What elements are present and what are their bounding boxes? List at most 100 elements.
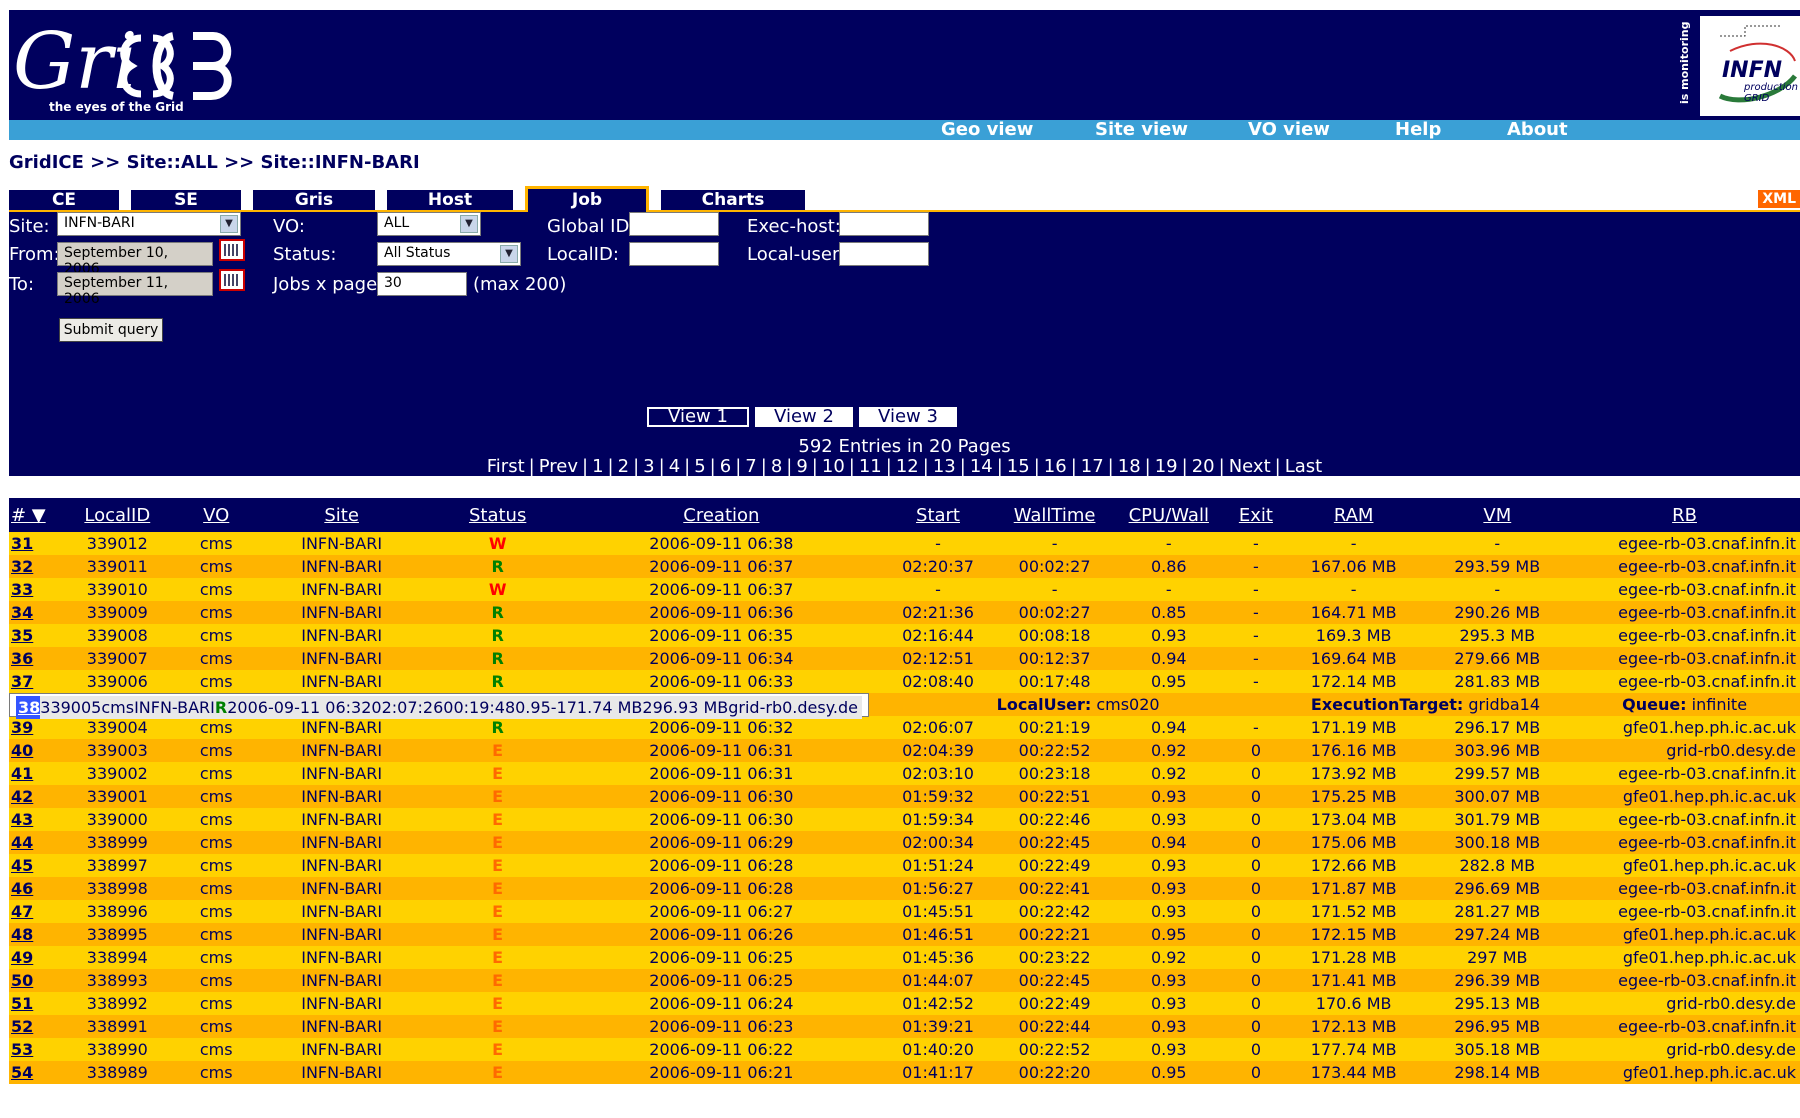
table-row[interactable]: 39 339004 cms INFN-BARI R 2006-09-11 06:32 02:…	[9, 716, 1800, 739]
column-header-site[interactable]: Site	[256, 498, 427, 532]
table-row[interactable]: 38 339005 cms INFN-BARI R 2006-09-11 06:32 02:…	[9, 693, 869, 719]
column-header-localid[interactable]: LocalID	[58, 498, 177, 532]
jobs-per-page-input[interactable]: 30	[377, 272, 467, 296]
nav-geo-view[interactable]: Geo view	[941, 120, 1033, 140]
table-row[interactable]: 31 339012 cms INFN-BARI W 2006-09-11 06:38- - -…	[9, 532, 1800, 555]
pager-link[interactable]: First	[487, 456, 525, 477]
cell-sort-column[interactable]: 52	[9, 1015, 59, 1038]
table-row[interactable]: 35 339008 cms INFN-BARI R 2006-09-11 06:35 02:…	[9, 624, 1800, 647]
cell-sort-column[interactable]: 47	[9, 900, 59, 923]
status-select[interactable]: All Status ▼	[377, 242, 521, 266]
localuser-input[interactable]	[839, 242, 929, 266]
column-header-creation[interactable]: Creation	[568, 498, 875, 532]
cell-sort-column[interactable]: 45	[9, 854, 59, 877]
cell-sort-column[interactable]: 46	[9, 877, 59, 900]
table-row[interactable]: 51 338992 cms INFN-BARI E 2006-09-11 06:24 01:…	[9, 992, 1800, 1015]
column-header-vo[interactable]: VO	[176, 498, 257, 532]
pager-link[interactable]: 9	[796, 456, 807, 477]
pager-link[interactable]: 11	[859, 456, 882, 477]
table-row[interactable]: 50 338993 cms INFN-BARI E 2006-09-11 06:25 01:…	[9, 969, 1800, 992]
cell-sort-column[interactable]: 44	[9, 831, 59, 854]
column-header-status[interactable]: Status	[427, 498, 569, 532]
cell-sort-column[interactable]: 32	[9, 555, 59, 578]
cell-sort-column[interactable]: 36	[9, 647, 59, 670]
pager-link[interactable]: 5	[694, 456, 705, 477]
pager-link[interactable]: 19	[1155, 456, 1178, 477]
cell-sort-column[interactable]: 43	[9, 808, 59, 831]
pager-link[interactable]: 17	[1081, 456, 1104, 477]
pager-link[interactable]: 13	[933, 456, 956, 477]
nav-vo-view[interactable]: VO view	[1248, 120, 1330, 140]
table-row[interactable]: 49 338994 cms INFN-BARI E 2006-09-11 06:25 01:…	[9, 946, 1800, 969]
table-row[interactable]: 43 339000 cms INFN-BARI E 2006-09-11 06:30 01:…	[9, 808, 1800, 831]
pager-link[interactable]: 3	[643, 456, 654, 477]
cell-sort-column[interactable]: 42	[9, 785, 59, 808]
pager-link[interactable]: 2	[618, 456, 629, 477]
calendar-icon[interactable]	[219, 269, 245, 291]
to-date-field[interactable]: September 11, 2006	[57, 272, 213, 307]
tab-host[interactable]: Host	[387, 190, 513, 210]
table-row[interactable]: 37 339006 cms INFN-BARI R 2006-09-11 06:33 02:…	[9, 670, 1800, 693]
cell-sort-column[interactable]: 54	[9, 1061, 59, 1084]
column-header-vm[interactable]: VM	[1425, 498, 1570, 532]
table-row[interactable]: 36 339007 cms INFN-BARI R 2006-09-11 06:34 02:…	[9, 647, 1800, 670]
table-row[interactable]: 41 339002 cms INFN-BARI E 2006-09-11 06:31 02:…	[9, 762, 1800, 785]
table-row[interactable]: 34 339009 cms INFN-BARI R 2006-09-11 06:36 02:…	[9, 601, 1800, 624]
cell-sort-column[interactable]: 40	[9, 739, 59, 762]
exechost-input[interactable]	[839, 212, 929, 236]
xml-badge[interactable]: XML	[1758, 190, 1800, 208]
pager-link[interactable]: 16	[1044, 456, 1067, 477]
pager-link[interactable]: 18	[1118, 456, 1141, 477]
column-header-walltime[interactable]: WallTime	[1001, 498, 1108, 532]
calendar-icon[interactable]	[219, 239, 245, 261]
cell-sort-column[interactable]: 33	[9, 578, 59, 601]
pager-link[interactable]: Next	[1229, 456, 1271, 477]
pager-link[interactable]: 15	[1007, 456, 1030, 477]
pager-link[interactable]: Prev	[539, 456, 578, 477]
pager-link[interactable]: 12	[896, 456, 919, 477]
vo-select[interactable]: ALL ▼	[377, 212, 481, 236]
nav-about[interactable]: About	[1507, 120, 1568, 140]
table-row[interactable]: 44 338999 cms INFN-BARI E 2006-09-11 06:29 02:…	[9, 831, 1800, 854]
pager-link[interactable]: 1	[592, 456, 603, 477]
tab-ce[interactable]: CE	[9, 190, 119, 210]
tab-job[interactable]: Job	[525, 186, 649, 213]
pager-link[interactable]: 8	[771, 456, 782, 477]
column-header-sort-column[interactable]: # ▼	[9, 498, 59, 532]
from-date-field[interactable]: September 10, 2006	[57, 242, 213, 277]
pager-link[interactable]: 4	[669, 456, 680, 477]
nav-help[interactable]: Help	[1395, 120, 1441, 140]
pager-link[interactable]: 7	[745, 456, 756, 477]
site-select[interactable]: INFN-BARI ▼	[57, 212, 241, 236]
cell-sort-column[interactable]: 51	[9, 992, 59, 1015]
table-row[interactable]: 45 338997 cms INFN-BARI E 2006-09-11 06:28 01:…	[9, 854, 1800, 877]
nav-site-view[interactable]: Site view	[1095, 120, 1188, 140]
table-row[interactable]: 46 338998 cms INFN-BARI E 2006-09-11 06:28 01:…	[9, 877, 1800, 900]
view-3-tab[interactable]: View 3	[859, 407, 957, 427]
cell-sort-column[interactable]: 53	[9, 1038, 59, 1061]
view-2-tab[interactable]: View 2	[755, 407, 853, 427]
table-row[interactable]: 48 338995 cms INFN-BARI E 2006-09-11 06:26 01:…	[9, 923, 1800, 946]
localid-input[interactable]	[629, 242, 719, 266]
table-row[interactable]: 32 339011 cms INFN-BARI R 2006-09-11 06:37 02:…	[9, 555, 1800, 578]
cell-sort-column[interactable]: 41	[9, 762, 59, 785]
pager-link[interactable]: 6	[720, 456, 731, 477]
table-row[interactable]: 33 339010 cms INFN-BARI W 2006-09-11 06:37- - -…	[9, 578, 1800, 601]
column-header-ram[interactable]: RAM	[1281, 498, 1426, 532]
pager-link[interactable]: Last	[1285, 456, 1323, 477]
column-header-exit[interactable]: Exit	[1230, 498, 1282, 532]
table-row[interactable]: 53 338990 cms INFN-BARI E 2006-09-11 06:22 01:…	[9, 1038, 1800, 1061]
tab-charts[interactable]: Charts	[661, 190, 805, 210]
pager-link[interactable]: 14	[970, 456, 993, 477]
cell-sort-column[interactable]: 48	[9, 923, 59, 946]
table-row[interactable]: 40 339003 cms INFN-BARI E 2006-09-11 06:31 02:…	[9, 739, 1800, 762]
cell-sort-column[interactable]: 37	[9, 670, 59, 693]
cell-sort-column[interactable]: 49	[9, 946, 59, 969]
globalid-input[interactable]	[629, 212, 719, 236]
cell-sort-column[interactable]: 34	[9, 601, 59, 624]
submit-query-button[interactable]: Submit query	[59, 318, 163, 342]
view-1-tab[interactable]: View 1	[647, 407, 749, 427]
cell-sort-column[interactable]: 50	[9, 969, 59, 992]
cell-sort-column[interactable]: 38	[16, 696, 41, 719]
cell-sort-column[interactable]: 35	[9, 624, 59, 647]
